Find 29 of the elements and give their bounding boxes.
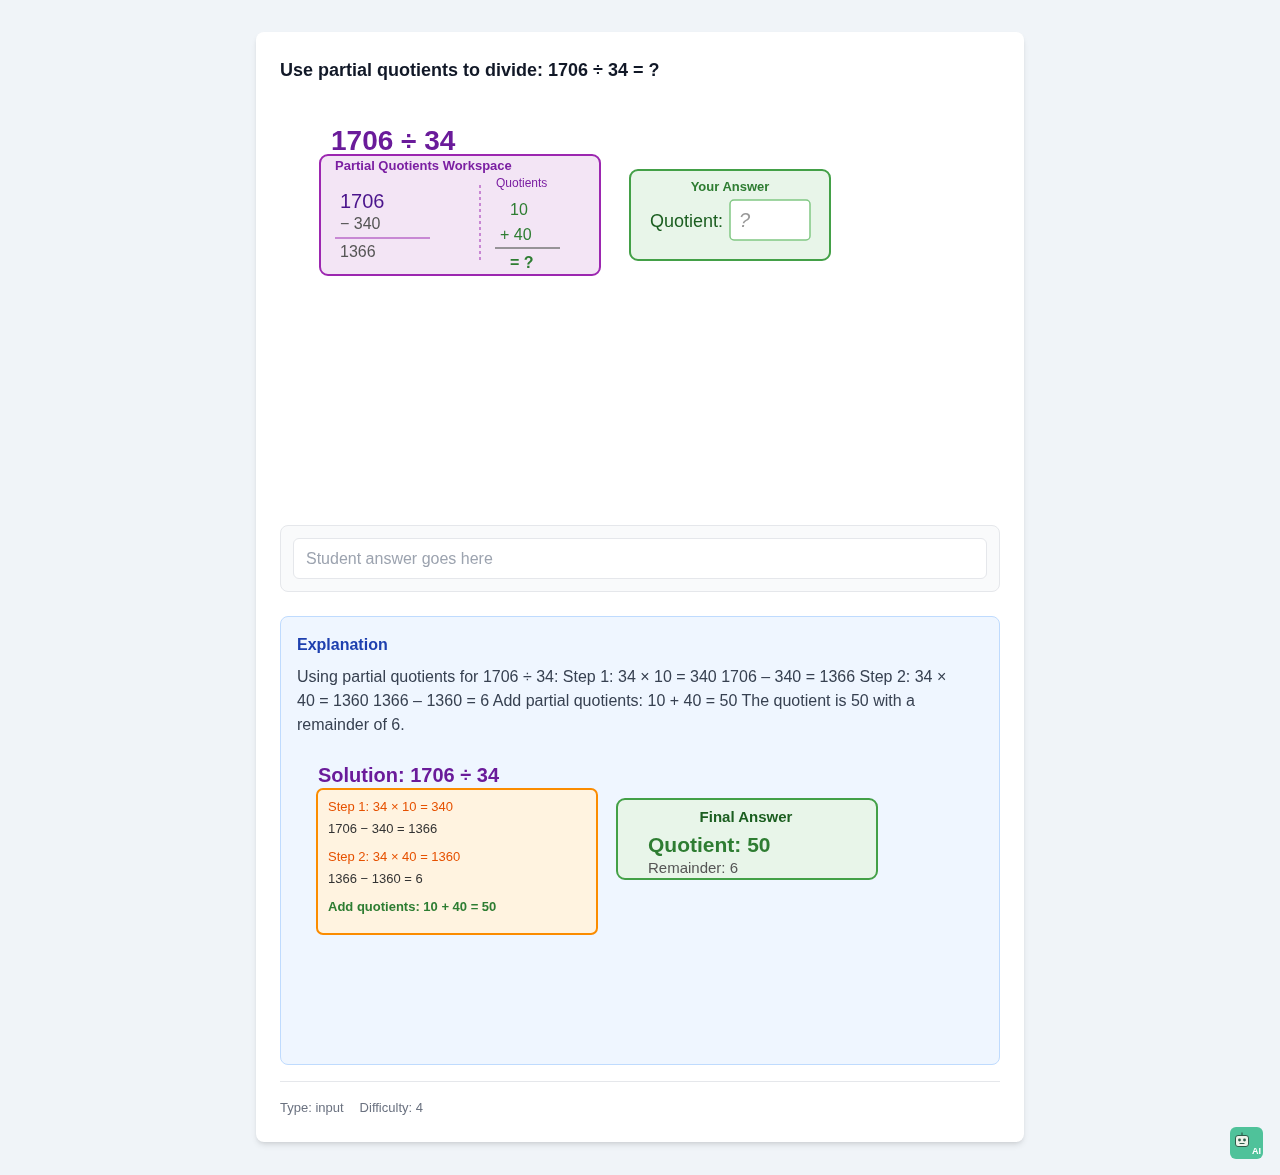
step-heading: Step 2: 34 × 40 = 1360 (328, 849, 461, 864)
robot-head-icon (1234, 1132, 1250, 1148)
question-type: Type: input (280, 1099, 344, 1117)
final-answer-title: Final Answer (699, 808, 793, 825)
step-heading: Step 1: 34 × 10 = 340 (328, 799, 454, 814)
answer-input[interactable]: Student answer goes here (293, 538, 987, 579)
step-work: 1706 − 340 = 1366 (328, 821, 438, 836)
dividend-number: 1706 (340, 190, 385, 212)
subtraction-text: − 340 (340, 215, 381, 232)
final-quotient: Quotient: 50 (648, 833, 771, 856)
final-remainder: Remainder: 6 (648, 859, 739, 876)
answer-field[interactable]: ? (729, 199, 811, 241)
quotient-term: 10 (510, 201, 528, 218)
explanation-text: Using partial quotients for 1706 ÷ 34: Step 1: 34 × 10 = 340 1706 – 340 = 1366 Step 2: 34 × 40 = 1360 1366 – 1360 = 6 Add partial quotients: 10 + 40 = 50 The quotient is 50 with a remainder of 6. (297, 667, 948, 735)
quotient-term: + 40 (500, 226, 532, 243)
solution-heading: Solution: 1706 ÷ 34 (318, 764, 500, 786)
quotients-label: Quotients (496, 176, 548, 190)
question-prompt: Use partial quotients to divide: 1706 ÷ 34 = ? (280, 59, 661, 82)
problem-heading: 1706 ÷ 34 (331, 125, 456, 156)
difference-number: 1366 (340, 243, 376, 260)
answer-panel-title: Your Answer (690, 179, 770, 194)
workspace-title: Partial Quotients Workspace (335, 158, 512, 173)
step-work: 1366 − 1360 = 6 (328, 871, 423, 886)
assistant-button[interactable]: AI (1230, 1127, 1263, 1159)
question-difficulty: Difficulty: 4 (359, 1099, 423, 1117)
quotient-total: = ? (510, 254, 534, 271)
quotient-sum: Add quotients: 10 + 40 = 50 (328, 899, 497, 914)
explanation-title: Explanation (297, 635, 389, 655)
quotient-label: Quotient: (650, 211, 724, 231)
